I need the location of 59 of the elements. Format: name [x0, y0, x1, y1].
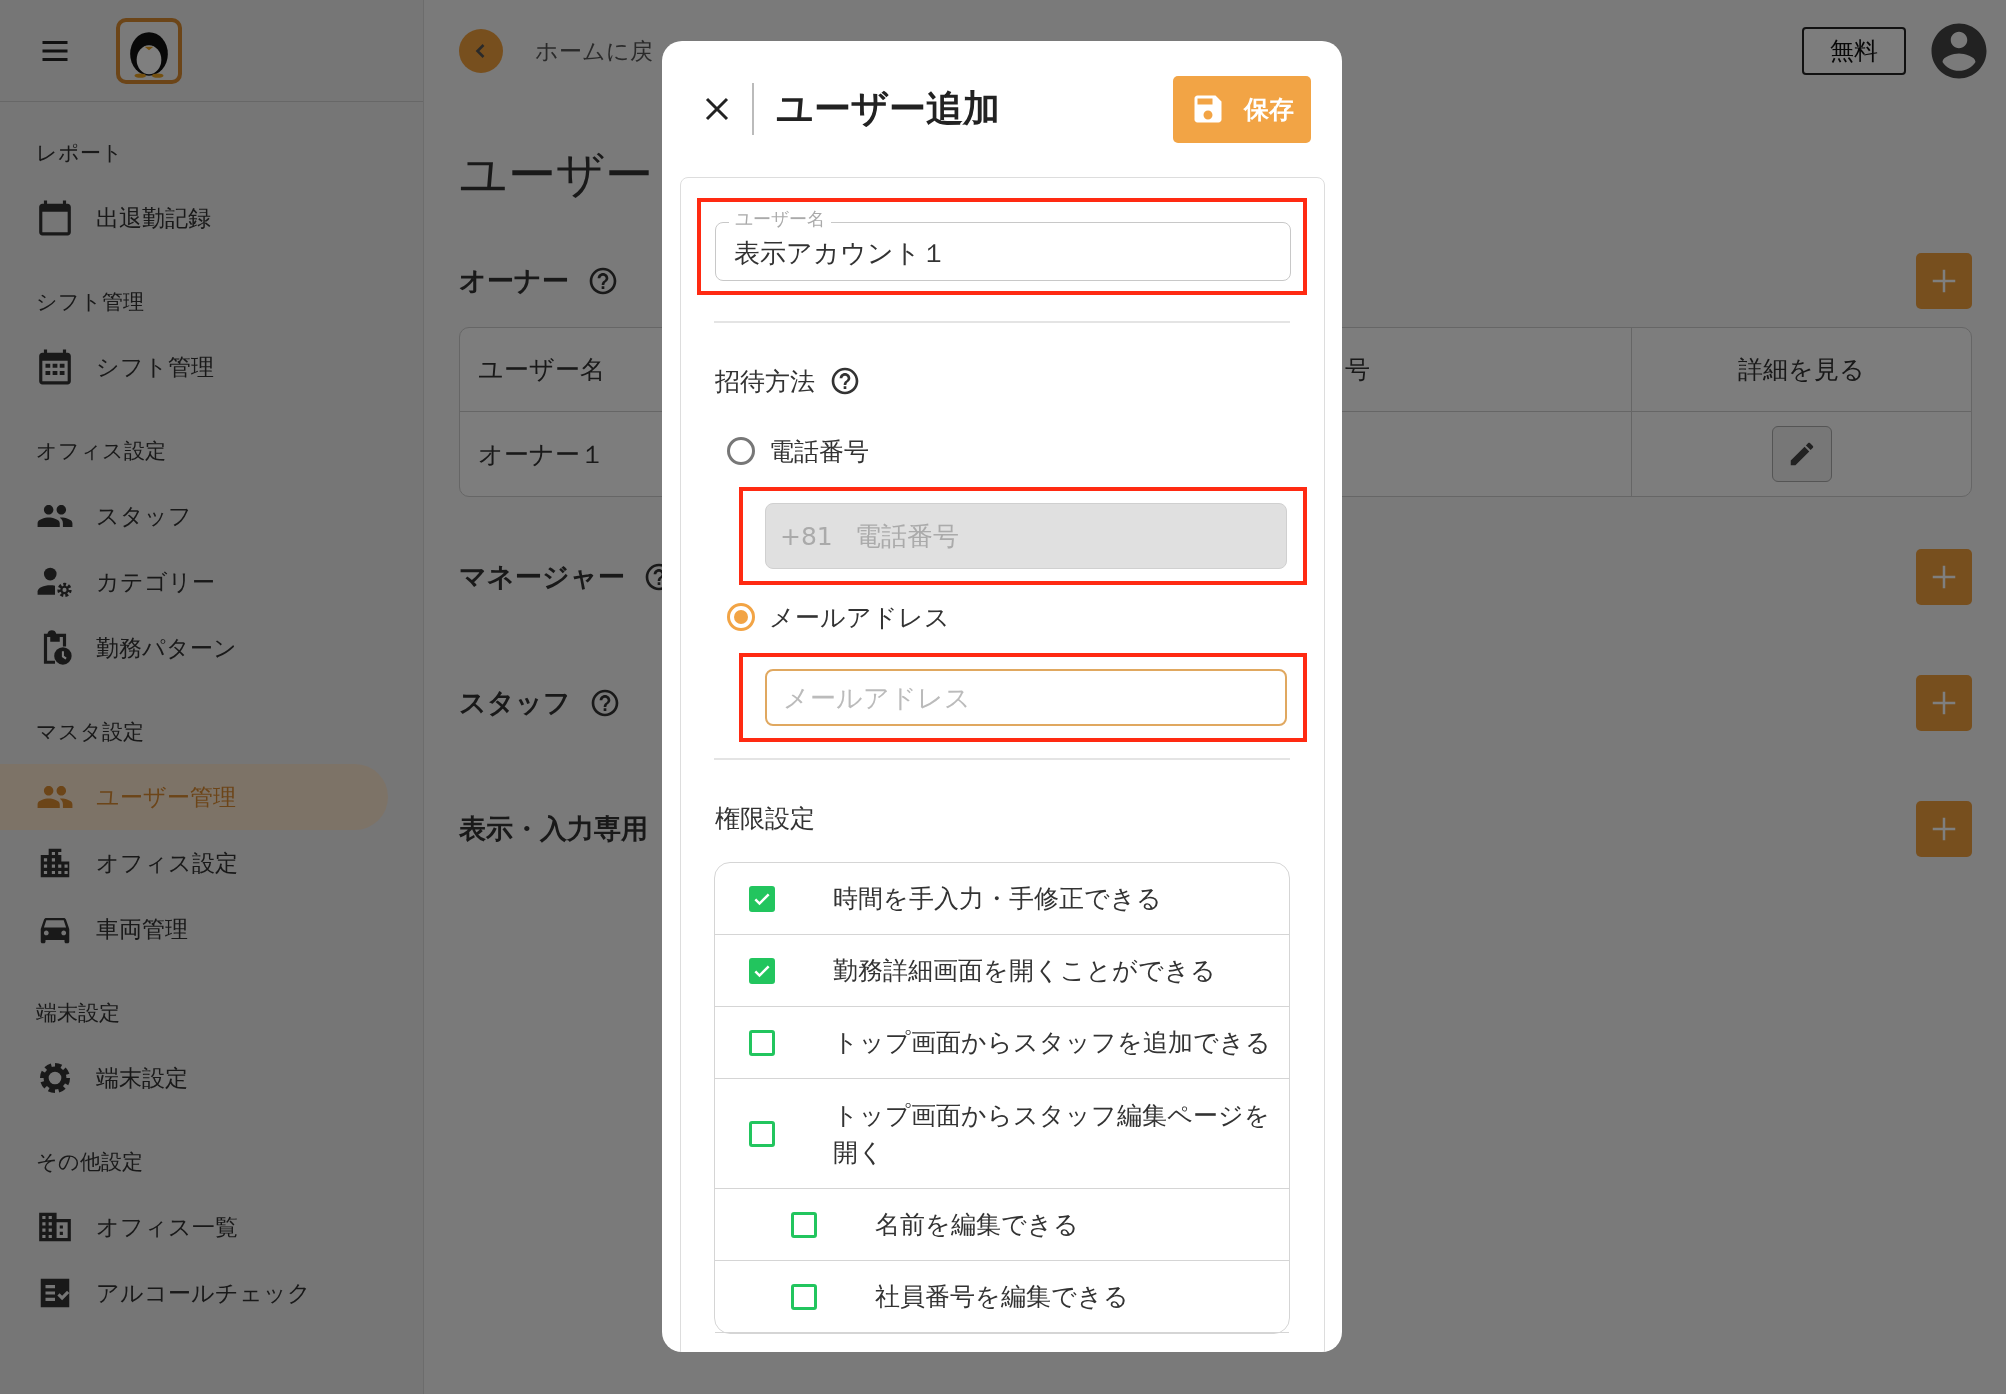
sidebar-item[interactable]: アルコールチェック — [0, 1260, 388, 1326]
section-label: 端末設定 — [36, 1000, 120, 1027]
permission-label: 時間を手入力・手修正できる — [833, 883, 1162, 915]
permission-label: トップ画面からスタッフを追加できる — [833, 1027, 1271, 1059]
sidebar-item[interactable]: 出退勤記録 — [0, 185, 388, 251]
permission-label: 勤務詳細画面を開くことができる — [833, 955, 1216, 987]
section-label: その他設定 — [36, 1149, 143, 1176]
add-button[interactable] — [1916, 549, 1972, 605]
dialog-title: ユーザー追加 — [776, 86, 1000, 132]
invite-label: 招待方法 — [715, 365, 815, 398]
section-label: レポート — [36, 140, 123, 167]
section-label: マスタ設定 — [36, 719, 144, 746]
permission-label: トップ画面からスタッフ編集ページを開く — [833, 1099, 1271, 1169]
radio-button[interactable] — [727, 603, 755, 631]
sidebar-item[interactable]: シフト管理 — [0, 334, 388, 400]
sidebar-item[interactable]: オフィス設定 — [0, 830, 388, 896]
text-input[interactable]: 表示アカウント１ — [732, 229, 1278, 277]
add-button[interactable] — [1916, 801, 1972, 857]
save-button[interactable]: 保存 — [1173, 75, 1311, 143]
column-header: 詳細を見る — [1631, 328, 1971, 412]
radio-label: メールアドレス — [769, 601, 950, 634]
calendar-icon — [36, 199, 74, 237]
section-label: オフィス設定 — [36, 438, 166, 465]
radio-button[interactable] — [727, 437, 755, 465]
section-title: スタッフ — [459, 686, 571, 720]
email-field[interactable]: メールアドレス — [765, 669, 1287, 726]
section-title: 表示・入力専用 — [459, 812, 648, 846]
checkbox[interactable] — [749, 1120, 775, 1147]
plan-button[interactable]: 無料 — [1802, 27, 1906, 75]
help-icon[interactable] — [829, 365, 861, 397]
sidebar-item[interactable]: スタッフ — [0, 483, 388, 549]
checkbox[interactable] — [749, 1029, 775, 1056]
checkbox[interactable] — [791, 1211, 817, 1238]
back-label[interactable]: ホームに戻 — [535, 35, 653, 67]
back-button[interactable] — [459, 29, 503, 73]
add-button[interactable] — [1916, 675, 1972, 731]
text-input[interactable]: メールアドレス — [781, 681, 1271, 714]
checkbox[interactable] — [749, 885, 775, 912]
field-label: ユーザー名 — [729, 208, 831, 230]
table-cell-text: オーナー１ — [478, 438, 605, 471]
permissions-label: 権限設定 — [715, 802, 815, 835]
section-title: オーナー — [459, 264, 569, 298]
permission-label: 名前を編集できる — [875, 1209, 1079, 1241]
sidebar-item[interactable]: カテゴリー — [0, 549, 388, 615]
checkbox[interactable] — [749, 957, 775, 984]
permission-label: 社員番号を編集できる — [875, 1281, 1129, 1313]
sidebar-item[interactable]: 端末設定 — [0, 1045, 388, 1111]
penguin-icon — [116, 17, 182, 84]
section-label: シフト管理 — [36, 289, 144, 316]
radio-label: 電話番号 — [769, 435, 869, 468]
sidebar-item[interactable]: 勤務パターン — [0, 615, 388, 681]
sidebar-item[interactable]: オフィス一覧 — [0, 1194, 388, 1260]
calendar-icon — [36, 348, 74, 386]
section-title: マネージャー — [459, 560, 625, 594]
edit-button[interactable] — [1771, 426, 1832, 482]
sidebar-item[interactable]: 車両管理 — [0, 896, 388, 962]
add-button[interactable] — [1916, 253, 1972, 309]
checkbox[interactable] — [791, 1283, 817, 1310]
page-title: ユーザー — [459, 145, 654, 204]
